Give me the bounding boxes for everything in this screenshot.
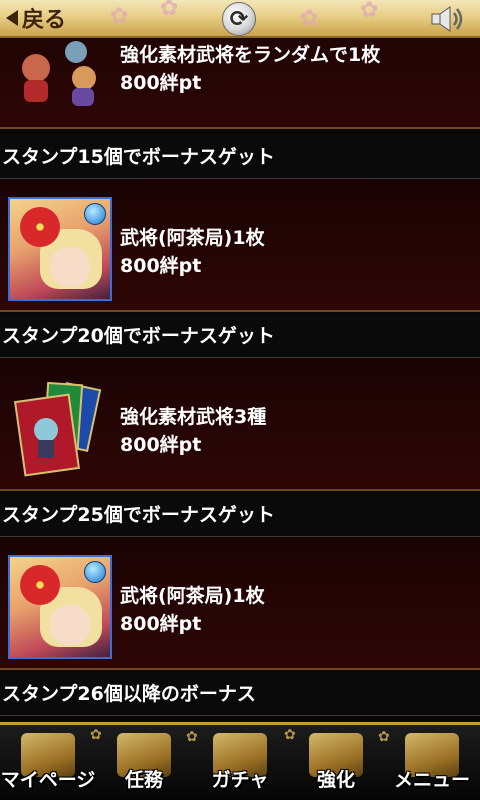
- section-header-26: スタンプ26個以降のボーナス: [0, 672, 480, 716]
- nav-label: メニュー: [393, 769, 470, 791]
- hibiscus-icon: [20, 207, 60, 247]
- reward-item: 武将(阿茶局)1枚 800絆pt: [0, 179, 480, 312]
- nav-mypage[interactable]: マイページ: [0, 725, 96, 800]
- back-label: 戻る: [22, 8, 67, 33]
- cherry-blossom-icon: ✿: [360, 0, 379, 23]
- top-bar: ✿ ✿ ✿ ✿ 戻る ⟳: [0, 0, 480, 38]
- material-cards-icon: [13, 381, 102, 477]
- reward-thumbnail: [8, 555, 112, 659]
- back-button[interactable]: 戻る: [6, 3, 92, 33]
- nav-menu[interactable]: メニュー: [384, 725, 480, 800]
- reward-points: 800絆pt: [120, 255, 202, 277]
- reward-points: 800絆pt: [120, 613, 202, 635]
- sound-button[interactable]: [430, 4, 466, 34]
- nav-label: 任務: [124, 769, 163, 791]
- section-header-20: スタンプ20個でボーナスゲット: [0, 314, 480, 358]
- nav-label: 強化: [316, 769, 355, 791]
- section-header-25: スタンプ25個でボーナスゲット: [0, 493, 480, 537]
- reward-item: 強化素材武将をランダムで1枚 800絆pt: [0, 38, 480, 129]
- reward-thumbnail: [8, 38, 112, 108]
- cherry-blossom-icon: ✿: [160, 0, 179, 21]
- back-arrow-icon: [6, 10, 18, 26]
- cherry-blossom-icon: ✿: [110, 4, 129, 29]
- hibiscus-icon: [20, 565, 60, 605]
- section-header-15: スタンプ15個でボーナスゲット: [0, 135, 480, 179]
- cherry-blossom-icon: ✿: [300, 6, 319, 31]
- attribute-orb-icon: [84, 561, 106, 583]
- nav-missions[interactable]: 任務: [96, 725, 192, 800]
- reward-title: 武将(阿茶局)1枚: [120, 585, 265, 607]
- refresh-button[interactable]: ⟳: [222, 2, 256, 36]
- attribute-orb-icon: [84, 203, 106, 225]
- nav-label: マイページ: [0, 769, 96, 791]
- reward-title: 強化素材武将3種: [120, 406, 267, 428]
- reward-points: 800絆pt: [120, 72, 202, 94]
- nav-enhance[interactable]: 強化: [288, 725, 384, 800]
- reward-list[interactable]: 強化素材武将をランダムで1枚 800絆pt スタンプ15個でボーナスゲット 武将…: [0, 38, 480, 722]
- reward-title: 強化素材武将をランダムで1枚: [120, 44, 381, 66]
- nav-label: ガチャ: [211, 769, 269, 791]
- reward-points: 800絆pt: [120, 434, 202, 456]
- reward-item: 強化素材武将3種 800絆pt: [0, 358, 480, 491]
- refresh-icon: ⟳: [229, 6, 249, 32]
- reward-title: 武将(阿茶局)1枚: [120, 227, 265, 249]
- mascot-characters-icon: [22, 41, 96, 106]
- reward-thumbnail: [8, 197, 112, 301]
- bottom-nav: ✿ ✿ ✿ ✿ マイページ 任務 ガチャ 強化 メニュー: [0, 722, 480, 800]
- nav-gacha[interactable]: ガチャ: [192, 725, 288, 800]
- speaker-icon: [431, 6, 463, 32]
- reward-item: 武将(阿茶局)1枚 800絆pt: [0, 537, 480, 670]
- reward-thumbnail: [8, 376, 112, 480]
